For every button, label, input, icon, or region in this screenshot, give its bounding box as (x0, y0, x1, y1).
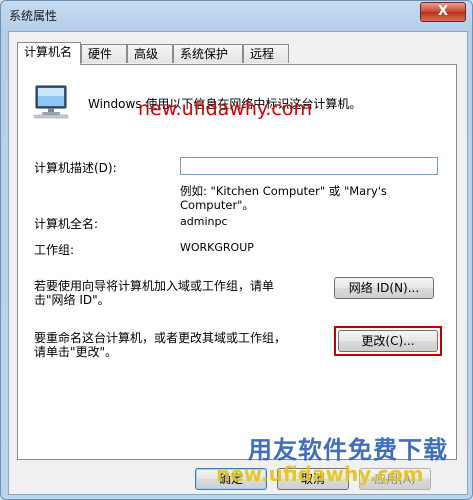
network-id-text-line2: 击"网络 ID"。 (34, 293, 110, 307)
workgroup-label: 工作组: (34, 243, 75, 257)
change-button[interactable]: 更改(C)... (338, 330, 438, 352)
watermark-text-cn: 用友软件免费下载 (248, 436, 448, 464)
computer-icon (34, 85, 69, 119)
tab-hardware[interactable]: 硬件 (81, 44, 127, 63)
window-title: 系统属性 (9, 9, 58, 23)
full-name-label: 计算机全名: (34, 217, 99, 231)
workgroup-value: WORKGROUP (180, 241, 254, 254)
rename-text-line2: 请单击"更改"。 (34, 345, 118, 359)
computer-name-panel: Windows 使用以下信息在网络中标识这台计算机。 计算机描述(D): 例如:… (17, 64, 457, 460)
watermark-url-bottom: new.ufidawhy.com (216, 462, 424, 486)
close-button[interactable]: X (420, 2, 466, 22)
network-id-button[interactable]: 网络 ID(N)... (334, 277, 434, 299)
tab-remote[interactable]: 远程 (243, 44, 289, 63)
description-label: 计算机描述(D): (34, 161, 117, 175)
tab-advanced[interactable]: 高级 (127, 44, 173, 63)
computer-description-input[interactable] (180, 157, 438, 175)
full-name-value: adminpc (180, 215, 228, 228)
tab-computer-name[interactable]: 计算机名 (17, 42, 81, 65)
watermark-url-top: new.ufidawhy.com (138, 98, 313, 120)
tab-system-protection[interactable]: 系统保护 (173, 44, 243, 63)
description-example-line2: Computer"。 (180, 198, 254, 212)
system-properties-window: 系统属性 X 计算机名 硬件 高级 系统保护 远程 Windows 使用以下信息… (0, 0, 473, 500)
